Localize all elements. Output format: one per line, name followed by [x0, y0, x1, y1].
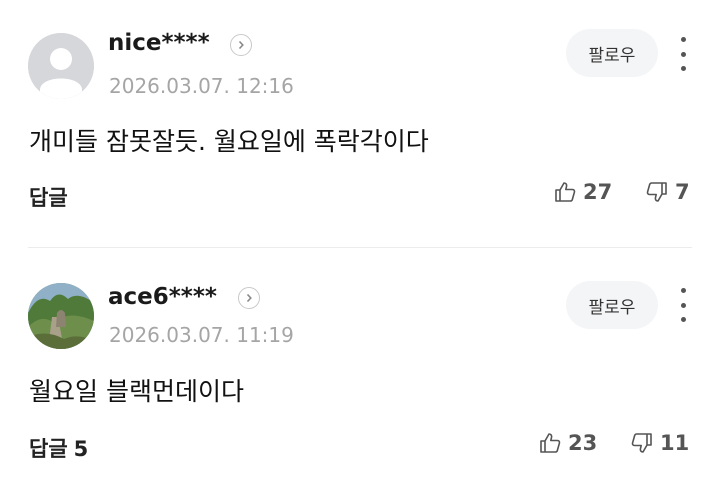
avatar[interactable]	[28, 283, 94, 349]
reply-count: 5	[73, 437, 89, 461]
comment-item: nice**** 2026.03.07. 12:16 팔로우 개미들 잠못잘듯.…	[0, 0, 720, 248]
like-button[interactable]: 27	[553, 180, 612, 204]
avatar[interactable]	[28, 33, 94, 99]
thumbs-down-icon	[631, 433, 652, 453]
chevron-right-icon[interactable]	[230, 34, 252, 56]
more-options-icon[interactable]	[676, 288, 690, 322]
comment-text: 월요일 블랙먼데이다	[29, 377, 244, 406]
comment-date: 2026.03.07. 11:19	[109, 323, 294, 347]
reply-label: 답글	[29, 186, 68, 210]
dislike-button[interactable]: 11	[630, 431, 689, 455]
default-person-icon	[28, 33, 94, 99]
thumbs-down-icon	[646, 182, 667, 202]
like-count: 23	[568, 431, 598, 455]
follow-button[interactable]: 팔로우	[566, 281, 658, 329]
comment-item: ace6**** 2026.03.07. 11:19 팔로우 월요일 블랙먼데이…	[0, 249, 720, 491]
reply-label: 답글	[29, 437, 68, 461]
like-count: 27	[583, 180, 613, 204]
comment-date: 2026.03.07. 12:16	[109, 74, 294, 98]
thumbs-up-icon	[555, 182, 576, 202]
chevron-right-icon[interactable]	[238, 287, 260, 309]
thumbs-up-icon	[540, 433, 561, 453]
dislike-count: 7	[675, 180, 690, 204]
nickname[interactable]: nice****	[108, 30, 210, 56]
follow-button[interactable]: 팔로우	[566, 29, 658, 77]
nickname[interactable]: ace6****	[108, 284, 217, 310]
like-button[interactable]: 23	[538, 431, 597, 455]
nature-photo	[28, 283, 94, 349]
divider	[28, 247, 692, 248]
dislike-count: 11	[660, 431, 690, 455]
comment-text: 개미들 잠못잘듯. 월요일에 폭락각이다	[29, 127, 429, 156]
more-options-icon[interactable]	[676, 37, 690, 71]
dislike-button[interactable]: 7	[645, 180, 690, 204]
reply-button[interactable]: 답글	[29, 182, 68, 212]
reply-button[interactable]: 답글 5	[29, 433, 88, 463]
